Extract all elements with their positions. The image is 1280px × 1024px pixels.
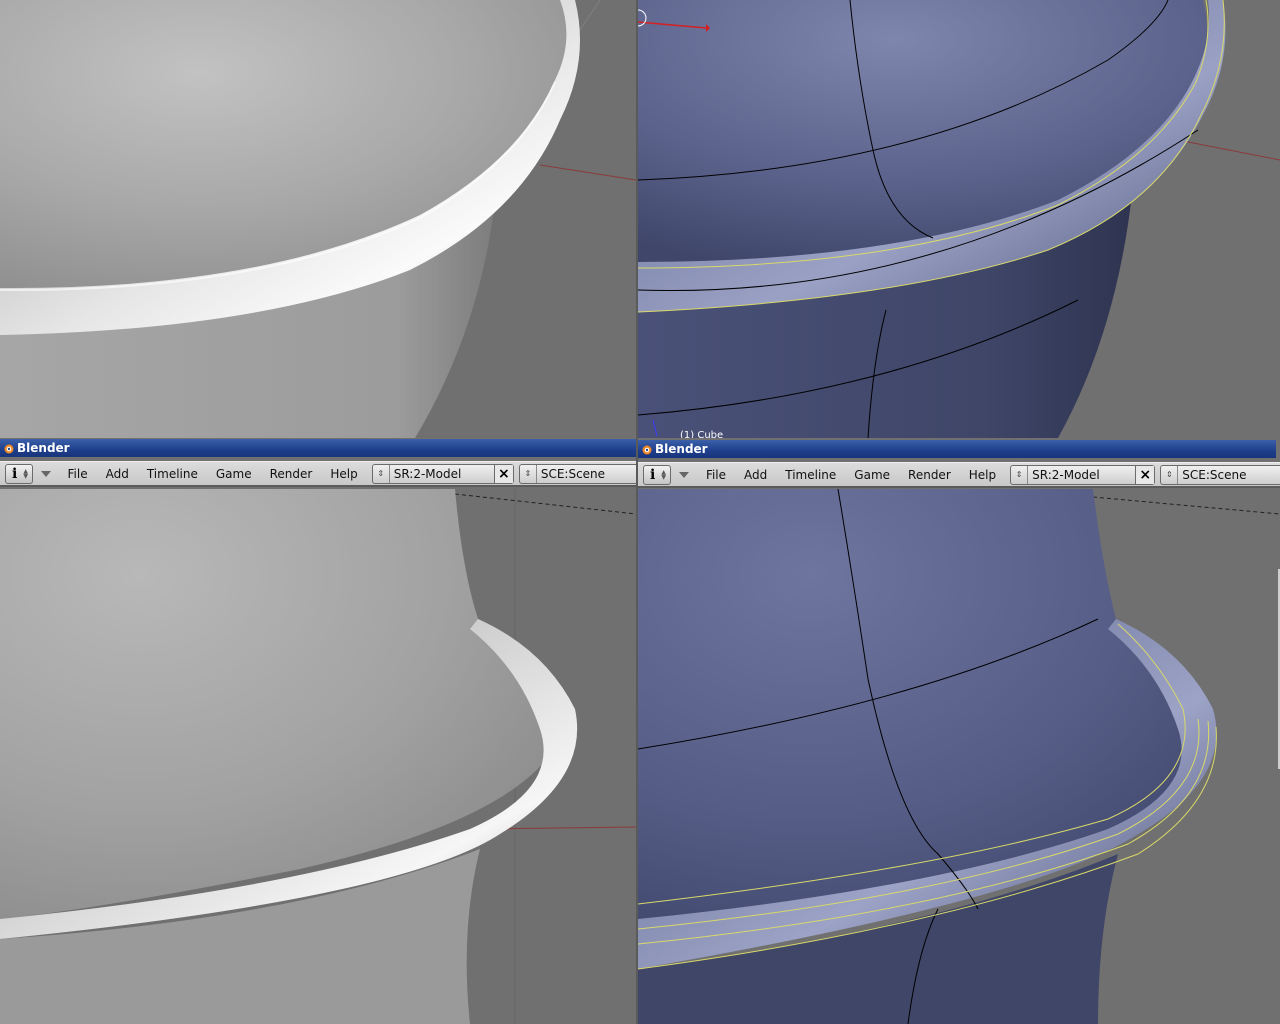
menu-render[interactable]: Render — [899, 468, 960, 482]
updown-arrows-icon: ⇕ — [373, 464, 390, 483]
menu-help[interactable]: Help — [321, 467, 366, 481]
grey-model-render-closeup — [0, 489, 636, 1024]
window-title: Blender — [655, 442, 708, 456]
menu-add[interactable]: Add — [735, 468, 776, 482]
screen-selector[interactable]: ⇕ SR:2-Model × — [371, 463, 514, 484]
screen-selector[interactable]: ⇕ SR:2-Model × — [1010, 464, 1156, 485]
menu-bar-right: i ▲ ▼ File Add Timeline Game Render Help … — [638, 462, 1280, 488]
close-x-icon[interactable]: × — [1135, 465, 1155, 484]
blender-logo-icon — [4, 444, 14, 454]
menu-timeline[interactable]: Timeline — [138, 467, 207, 481]
menu-help[interactable]: Help — [960, 468, 1005, 482]
menu-render[interactable]: Render — [261, 467, 322, 481]
pane-divider[interactable] — [636, 0, 638, 1024]
menu-timeline[interactable]: Timeline — [776, 468, 845, 482]
scene-selector[interactable]: ⇕ SCE:Scene — [518, 463, 636, 484]
menu-file[interactable]: File — [59, 467, 97, 481]
updown-arrows-icon: ⇕ — [1011, 465, 1029, 484]
menu-bar-left: i ▲ ▼ File Add Timeline Game Render Help … — [0, 461, 636, 487]
info-window-button[interactable]: i ▲ ▼ — [643, 464, 671, 485]
viewport-bottom-right[interactable] — [638, 489, 1280, 1024]
scene-selector-value: SCE:Scene — [540, 466, 606, 481]
viewport-top-right[interactable]: (1) Cube — [638, 0, 1280, 438]
dropdown-triangle-icon[interactable] — [40, 470, 51, 477]
window-title-bar-left: Blender — [0, 439, 636, 457]
updown-arrows-icon: ▲ ▼ — [661, 468, 666, 481]
window-title: Blender — [17, 441, 70, 455]
updown-arrows-icon: ⇕ — [520, 464, 537, 483]
updown-arrows-icon: ⇕ — [1161, 465, 1179, 484]
blue-model-render — [638, 0, 1280, 438]
viewport-top-left[interactable] — [0, 0, 636, 438]
info-window-button[interactable]: i ▲ ▼ — [5, 463, 33, 484]
info-icon: i — [650, 466, 656, 483]
grey-model-render — [0, 0, 636, 438]
scene-selector[interactable]: ⇕ SCE:Scene — [1160, 464, 1280, 485]
viewport-bottom-left[interactable] — [0, 489, 636, 1024]
menu-game[interactable]: Game — [207, 467, 261, 481]
blue-model-render-closeup — [638, 489, 1280, 1024]
window-title-bar-right: Blender — [638, 440, 1276, 458]
menu-game[interactable]: Game — [845, 468, 899, 482]
scene-selector-value: SCE:Scene — [1182, 467, 1247, 482]
close-x-icon[interactable]: × — [493, 464, 513, 483]
menu-file[interactable]: File — [697, 468, 735, 482]
object-info-label: (1) Cube — [680, 430, 724, 438]
info-icon: i — [12, 465, 18, 482]
updown-arrows-icon: ▲ ▼ — [23, 467, 28, 480]
blender-logo-icon — [642, 445, 652, 455]
screen-selector-value: SR:2-Model — [393, 466, 462, 481]
dropdown-triangle-icon[interactable] — [678, 471, 689, 478]
menu-add[interactable]: Add — [97, 467, 138, 481]
screen-selector-value: SR:2-Model — [1032, 467, 1100, 482]
